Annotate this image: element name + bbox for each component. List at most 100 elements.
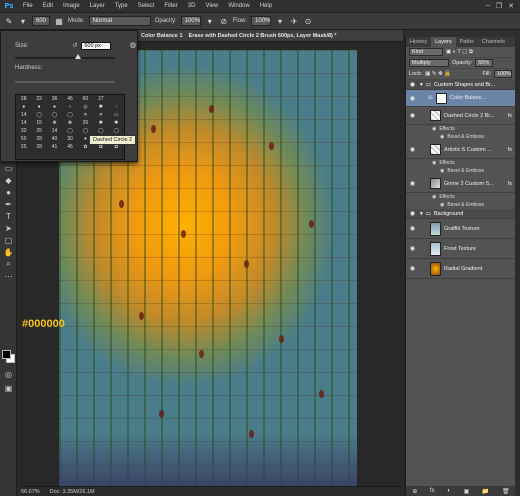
minimize-icon[interactable]: – (486, 2, 490, 10)
eye-icon[interactable]: ◉ (432, 194, 436, 200)
pen-tool-icon[interactable]: ✒ (0, 198, 17, 210)
mode-select[interactable]: Normal (88, 16, 151, 26)
brush-preset-icon[interactable]: ○ (62, 103, 77, 111)
fx-icon[interactable]: fx (508, 147, 515, 153)
layer-row[interactable]: ◉ Frost Texture (406, 239, 515, 259)
brush-preset[interactable]: 22 (31, 95, 46, 103)
more-tools-icon[interactable]: ⋯ (0, 270, 17, 282)
eye-icon[interactable]: ◉ (440, 168, 444, 174)
opacity-input[interactable]: 100% (180, 16, 201, 26)
eye-icon[interactable]: ◉ (408, 210, 417, 217)
new-group-icon[interactable]: 📁 (482, 488, 489, 495)
eye-icon[interactable]: ◉ (440, 202, 444, 208)
tab-channels[interactable]: Channels (478, 37, 509, 47)
filter-icons[interactable]: ▣ ◐ T ▢ ⧉ (446, 49, 473, 56)
brush-preset[interactable]: 25 (16, 143, 31, 151)
gradient-tool-icon[interactable]: ▭ (0, 162, 17, 174)
type-tool-icon[interactable]: T (0, 210, 17, 222)
layer-opacity-input[interactable]: 55% (475, 59, 494, 67)
brush-size-preset[interactable]: 600 (32, 16, 50, 26)
chevron-down-icon[interactable]: ▾ (420, 211, 423, 217)
brush-preset[interactable]: 28 (31, 143, 46, 151)
eye-icon[interactable]: ◉ (408, 146, 417, 153)
layer-row[interactable]: ◉ Radial Gradient (406, 259, 515, 279)
shape-tool-icon[interactable]: ▢ (0, 234, 17, 246)
add-mask-icon[interactable]: ◐ (447, 488, 451, 494)
eye-icon[interactable]: ◉ (408, 81, 417, 88)
blend-mode-select[interactable]: Multiply (409, 59, 449, 67)
brush-preset-icon[interactable]: ✕ (93, 111, 108, 119)
tab-layers[interactable]: Layers (431, 37, 456, 47)
brush-preset[interactable]: 25 (31, 127, 46, 135)
brush-preset-icon[interactable]: ◎ (78, 103, 93, 111)
brush-preset-icon[interactable]: ✱ (109, 119, 124, 127)
brush-preset-icon[interactable]: ✱ (93, 119, 108, 127)
brush-preset-icon[interactable]: ◯ (47, 111, 62, 119)
chevron-down-icon[interactable]: ▾ (420, 82, 423, 88)
effects-row[interactable]: ◉ Effects (406, 125, 515, 133)
layer-group[interactable]: ◉ ▾ ▭ Background (406, 209, 515, 219)
brush-preset-icon[interactable]: ✕ (78, 111, 93, 119)
menu-help[interactable]: Help (255, 3, 277, 9)
document-tab[interactable]: Color Balance 1 Erase with Dashed Circle… (137, 30, 403, 42)
brush-preset[interactable]: 14 (16, 111, 31, 119)
menu-type[interactable]: Type (110, 3, 133, 9)
menu-view[interactable]: View (200, 3, 223, 9)
brush-preset[interactable]: 28 (31, 135, 46, 143)
bevel-emboss-row[interactable]: ◉ Bevel & Emboss (406, 167, 515, 175)
brush-preset-icon[interactable]: ● (31, 103, 46, 111)
tab-paths[interactable]: Paths (456, 37, 478, 47)
fill-input[interactable]: 100% (494, 70, 512, 78)
color-swatches[interactable] (2, 350, 16, 364)
screen-mode-icon[interactable]: ▣ (0, 382, 17, 394)
menu-file[interactable]: File (18, 3, 38, 9)
brush-preset[interactable]: 15 (31, 119, 46, 127)
menu-3d[interactable]: 3D (183, 3, 201, 9)
eye-icon[interactable]: ◉ (432, 160, 436, 166)
brush-preset[interactable]: 26 (78, 119, 93, 127)
brush-preset-icon[interactable]: ◯ (31, 111, 46, 119)
layer-row[interactable]: ◉ Dashed Circle 2 Br... fx (406, 107, 515, 125)
brush-preset-icon[interactable]: ❋ (47, 119, 62, 127)
size-input[interactable]: 600 px (81, 41, 112, 50)
eye-icon[interactable]: ◉ (408, 112, 417, 119)
brush-preset[interactable]: 14 (47, 127, 62, 135)
reset-icon[interactable]: ↺ (72, 42, 77, 49)
brush-preset[interactable]: 41 (47, 143, 62, 151)
delete-layer-icon[interactable]: 🗑 (502, 488, 510, 495)
brush-preset[interactable] (109, 95, 124, 103)
hardness-slider[interactable] (15, 81, 115, 83)
layer-mask-thumb[interactable] (435, 92, 447, 104)
eye-icon[interactable]: ◉ (408, 95, 417, 102)
menu-select[interactable]: Select (133, 3, 160, 9)
layer-row[interactable]: ◉ Grime 2 Custom S... fx (406, 175, 515, 193)
eye-icon[interactable]: ◉ (408, 245, 417, 252)
brush-preset-icon[interactable]: ◯ (109, 127, 124, 135)
brush-preset-icon[interactable]: ● (47, 103, 62, 111)
brush-preset-icon[interactable]: ✱ (93, 103, 108, 111)
link-layers-icon[interactable]: ⊕ (412, 488, 417, 495)
brush-preset[interactable]: 36 (47, 95, 62, 103)
brush-preset-icon[interactable]: ◯ (78, 127, 93, 135)
menu-layer[interactable]: Layer (85, 3, 110, 9)
layer-group[interactable]: ◉ ▾ ▭ Custom Shapes and Br... (406, 80, 515, 90)
airbrush-icon[interactable]: ✈ (289, 16, 299, 26)
brush-preset[interactable]: 30 (62, 135, 77, 143)
fx-icon[interactable]: fx (508, 181, 515, 187)
doc-info[interactable]: Doc: 3.35M/26.1M (50, 489, 95, 495)
eye-icon[interactable]: ◉ (408, 180, 417, 187)
zoom-level[interactable]: 66.67% (21, 489, 40, 495)
eye-icon[interactable]: ◉ (408, 225, 417, 232)
brush-preset[interactable]: 28 (16, 95, 31, 103)
brush-preset[interactable]: 45 (62, 143, 77, 151)
new-adjustment-icon[interactable]: ▣ (464, 488, 470, 495)
chevron-down-icon[interactable]: ▾ (18, 16, 28, 26)
brush-preset[interactable]: 32 (16, 127, 31, 135)
tab-history[interactable]: History (406, 37, 431, 47)
fx-icon[interactable]: fx (508, 113, 515, 119)
brush-preset-icon[interactable]: ▭ (109, 111, 124, 119)
brush-preset-icon[interactable]: ◯ (62, 111, 77, 119)
brush-preset-icon[interactable]: ◯ (93, 127, 108, 135)
foreground-color[interactable] (2, 350, 11, 359)
eye-icon[interactable]: ◉ (408, 265, 417, 272)
